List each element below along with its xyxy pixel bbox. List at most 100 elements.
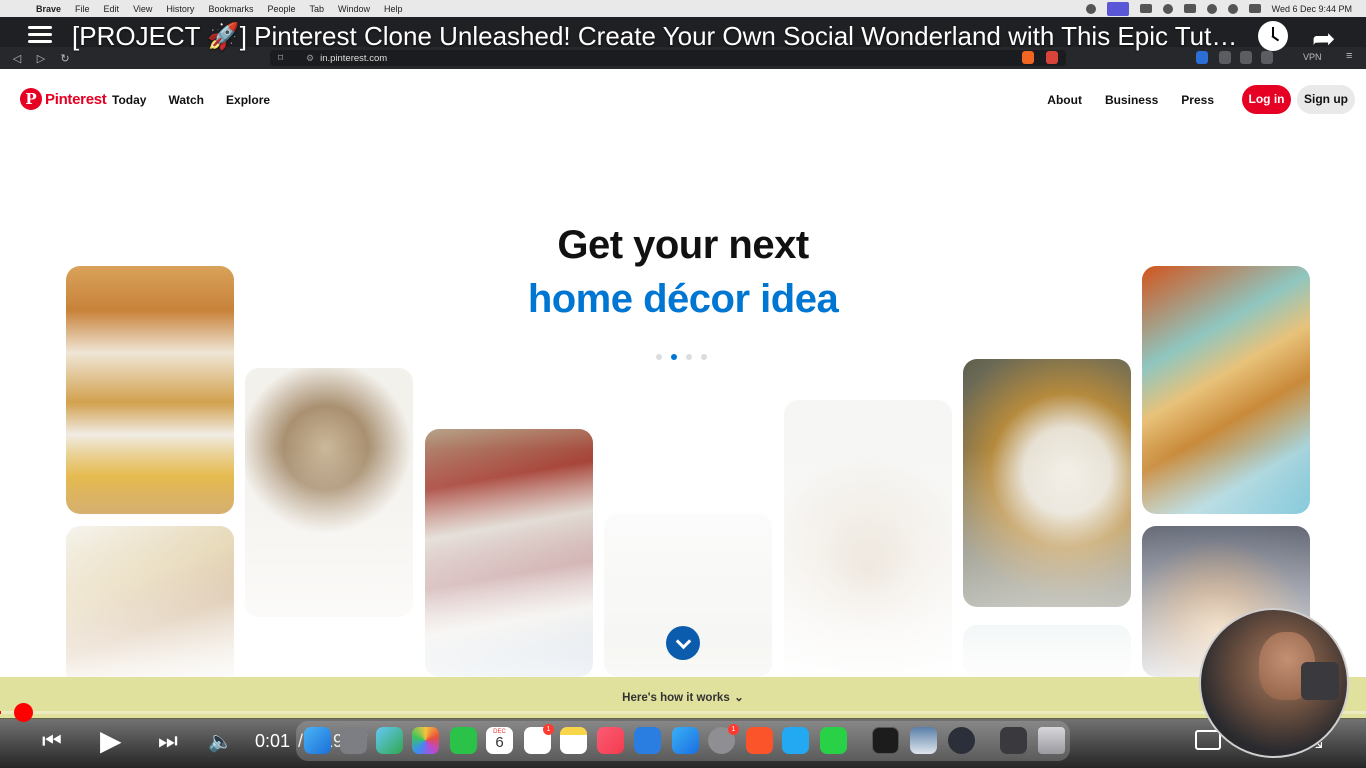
menu-help[interactable]: Help bbox=[384, 4, 403, 14]
back-icon[interactable]: ◁ bbox=[10, 52, 24, 65]
how-it-works-link[interactable]: Here's how it works bbox=[622, 692, 730, 704]
time-current: 0:01 bbox=[255, 731, 291, 751]
share-icon[interactable]: ➦ bbox=[1312, 22, 1335, 55]
brave-icon[interactable] bbox=[746, 727, 773, 754]
pin-lantern-decor[interactable] bbox=[66, 526, 234, 677]
hero-heading: Get your next bbox=[557, 223, 809, 267]
progress-bar[interactable] bbox=[0, 711, 1366, 714]
menubar-status-area: Wed 6 Dec 9:44 PM bbox=[1085, 0, 1352, 17]
nav-about[interactable]: About bbox=[1047, 93, 1082, 107]
keynote-icon[interactable] bbox=[634, 727, 661, 754]
extension-icon[interactable] bbox=[1196, 51, 1208, 64]
menu-tab[interactable]: Tab bbox=[309, 4, 324, 14]
site-info-icon[interactable]: ⚙ bbox=[306, 53, 314, 64]
forward-icon[interactable]: ▷ bbox=[34, 52, 48, 65]
carousel-dot[interactable] bbox=[656, 354, 662, 360]
watch-later-icon[interactable] bbox=[1258, 21, 1288, 51]
vscode-icon[interactable] bbox=[782, 727, 809, 754]
menu-bookmarks[interactable]: Bookmarks bbox=[208, 4, 253, 14]
sidebar-icon[interactable] bbox=[1240, 51, 1252, 64]
downloads-stack-icon[interactable] bbox=[1000, 727, 1027, 754]
status-icon[interactable] bbox=[1085, 3, 1096, 14]
primary-nav: Today Watch Explore bbox=[112, 93, 270, 107]
macos-menubar: Brave File Edit View History Bookmarks P… bbox=[0, 0, 1366, 17]
menu-window[interactable]: Window bbox=[338, 4, 370, 14]
pin-patterned-cushions[interactable] bbox=[425, 429, 593, 677]
nav-press[interactable]: Press bbox=[1181, 93, 1214, 107]
progress-scrubber[interactable] bbox=[14, 703, 33, 722]
obs-icon[interactable] bbox=[948, 727, 975, 754]
preview-icon[interactable] bbox=[910, 727, 937, 754]
app-store-icon[interactable] bbox=[672, 727, 699, 754]
notes-icon[interactable] bbox=[560, 727, 587, 754]
pinterest-logo[interactable]: P Pinterest bbox=[20, 88, 107, 110]
spotlight-icon[interactable] bbox=[1227, 3, 1238, 14]
extensions-puzzle-icon[interactable] bbox=[1219, 51, 1231, 64]
screen-share-icon[interactable] bbox=[1106, 1, 1129, 16]
moon-icon[interactable] bbox=[1162, 3, 1173, 14]
display-icon[interactable] bbox=[1139, 4, 1152, 13]
menu-edit[interactable]: Edit bbox=[104, 4, 120, 14]
battery-icon[interactable] bbox=[1183, 4, 1196, 13]
volume-icon[interactable]: 🔈 bbox=[208, 729, 233, 754]
trash-icon[interactable] bbox=[1038, 727, 1065, 754]
menu-history[interactable]: History bbox=[166, 4, 194, 14]
pinterest-page: P Pinterest Today Watch Explore About Bu… bbox=[0, 69, 1366, 677]
bookmark-icon[interactable]: ⌑ bbox=[278, 53, 283, 64]
launchpad-icon[interactable] bbox=[340, 727, 367, 754]
emoji-sticker bbox=[1301, 662, 1339, 700]
maps-icon[interactable] bbox=[376, 727, 403, 754]
whatsapp-icon[interactable] bbox=[820, 727, 847, 754]
nav-watch[interactable]: Watch bbox=[168, 93, 204, 107]
menubar-clock[interactable]: Wed 6 Dec 9:44 PM bbox=[1272, 4, 1352, 14]
calendar-day: 6 bbox=[495, 734, 504, 751]
nav-explore[interactable]: Explore bbox=[226, 93, 270, 107]
scroll-down-icon[interactable] bbox=[666, 626, 700, 660]
pin-idli-platter[interactable] bbox=[963, 359, 1131, 607]
carousel-dot-active[interactable] bbox=[671, 354, 677, 360]
youtube-menu-icon[interactable] bbox=[28, 26, 52, 48]
finder-icon[interactable] bbox=[304, 727, 331, 754]
carousel-dot[interactable] bbox=[701, 354, 707, 360]
play-icon[interactable]: ▶ bbox=[100, 724, 122, 757]
signup-button[interactable]: Sign up bbox=[1297, 85, 1355, 114]
reminders-badge: 1 bbox=[543, 724, 554, 735]
pinterest-logo-icon: P bbox=[20, 88, 42, 110]
subtitles-icon[interactable] bbox=[1195, 730, 1221, 750]
chevron-down-icon: ⌄ bbox=[734, 692, 744, 704]
wallet-icon[interactable] bbox=[1261, 51, 1273, 64]
browser-menu-icon[interactable]: ≡ bbox=[1346, 50, 1352, 62]
reload-icon[interactable]: ↻ bbox=[58, 52, 72, 65]
carousel-dot[interactable] bbox=[686, 354, 692, 360]
address-bar[interactable]: ⌑ ⚙ in.pinterest.com bbox=[270, 50, 1066, 66]
menu-file[interactable]: File bbox=[75, 4, 90, 14]
facetime-icon[interactable] bbox=[450, 727, 477, 754]
brave-shields-icon[interactable] bbox=[1022, 51, 1034, 64]
pin-food-bowl[interactable] bbox=[963, 625, 1131, 677]
menu-view[interactable]: View bbox=[133, 4, 152, 14]
nav-business[interactable]: Business bbox=[1105, 93, 1158, 107]
terminal-icon[interactable] bbox=[872, 727, 899, 754]
calendar-icon[interactable]: DEC 6 bbox=[486, 727, 513, 754]
brave-rewards-icon[interactable] bbox=[1046, 51, 1058, 64]
music-icon[interactable] bbox=[597, 727, 624, 754]
wifi-icon[interactable] bbox=[1206, 3, 1217, 14]
carousel-indicators bbox=[656, 354, 707, 360]
menu-app-name[interactable]: Brave bbox=[36, 4, 61, 14]
video-title[interactable]: [PROJECT 🚀] Pinterest Clone Unleashed! C… bbox=[72, 20, 1237, 52]
pin-folded-linens[interactable] bbox=[66, 266, 234, 514]
settings-badge: 1 bbox=[728, 724, 739, 735]
next-icon[interactable]: ⏭ bbox=[158, 728, 178, 754]
previous-icon[interactable]: ⏮ bbox=[42, 728, 62, 754]
login-button[interactable]: Log in bbox=[1242, 85, 1291, 114]
photos-icon[interactable] bbox=[412, 727, 439, 754]
url-text[interactable]: in.pinterest.com bbox=[320, 53, 387, 64]
menu-people[interactable]: People bbox=[267, 4, 295, 14]
pinterest-header: P Pinterest Today Watch Explore About Bu… bbox=[0, 69, 1366, 131]
webcam-overlay bbox=[1199, 608, 1349, 758]
nav-today[interactable]: Today bbox=[112, 93, 146, 107]
pin-grilled-sandwich[interactable] bbox=[1142, 266, 1310, 514]
control-center-icon[interactable] bbox=[1248, 4, 1261, 13]
pin-ganesha-idol[interactable] bbox=[245, 368, 413, 617]
pin-faded-dish[interactable] bbox=[784, 400, 952, 677]
